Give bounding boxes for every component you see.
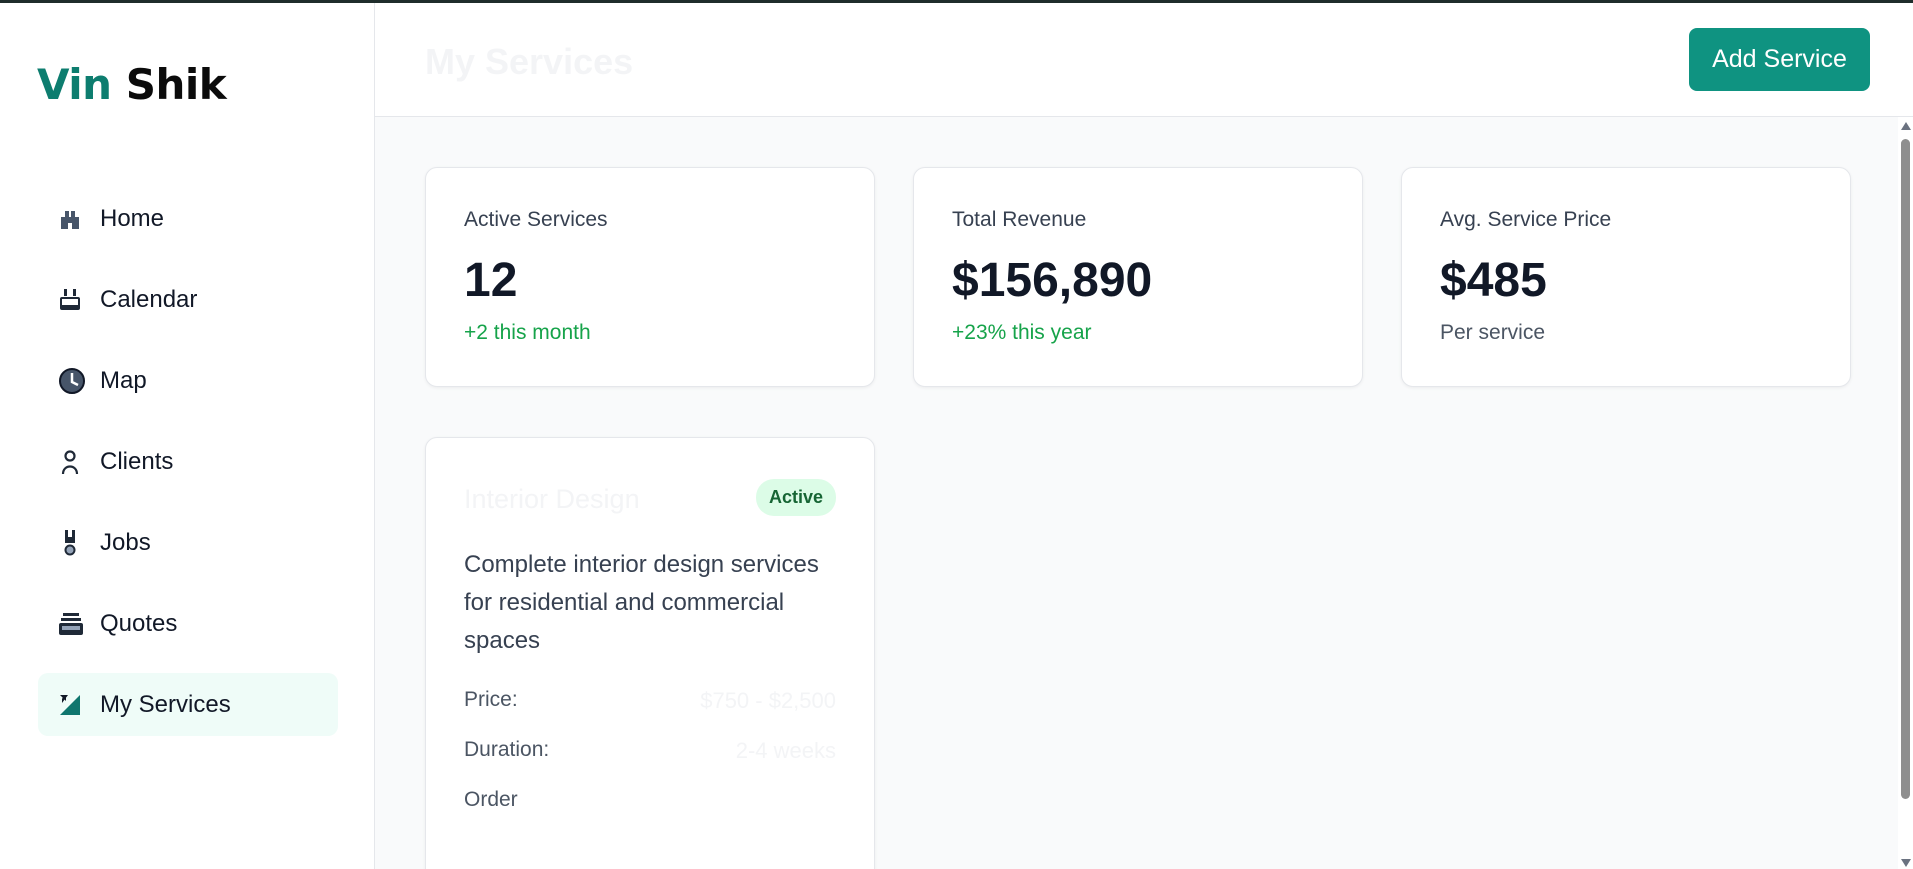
services-icon	[58, 689, 90, 721]
brand-part-1: Vin	[37, 60, 112, 109]
stat-title: Active Services	[464, 208, 608, 231]
document-stack-icon	[58, 608, 90, 640]
person-icon	[58, 446, 90, 478]
sidebar-item-label: Quotes	[100, 609, 178, 637]
stat-value: $485	[1440, 254, 1547, 307]
sidebar-item-calendar[interactable]: Calendar	[38, 268, 338, 331]
stat-title: Total Revenue	[952, 208, 1087, 231]
stat-subtext: +2 this month	[464, 321, 591, 344]
stat-subtext: Per service	[1440, 321, 1546, 344]
page-title: My Services	[425, 41, 634, 82]
stat-card-avg-price: Avg. Service Price $485 Per service	[1401, 167, 1851, 387]
status-badge: Active	[755, 479, 836, 516]
duration-value: 2-4 weeks	[735, 738, 836, 763]
scroll-thumb[interactable]	[1901, 139, 1910, 799]
sidebar-nav: Home Calendar Map Clients Jobs Quotes My…	[38, 187, 338, 754]
sidebar-item-my-services[interactable]: My Services	[38, 673, 338, 736]
wrench-icon	[58, 527, 90, 559]
stat-title: Avg. Service Price	[1440, 208, 1612, 231]
sidebar-item-home[interactable]: Home	[38, 187, 338, 250]
brand-part-2: Shik	[125, 60, 227, 109]
sidebar-item-label: My Services	[100, 690, 231, 718]
sidebar-item-label: Map	[100, 366, 147, 394]
service-card[interactable]: Interior Design Active Complete interior…	[425, 437, 875, 869]
order-label: Order	[464, 788, 518, 811]
service-title: Interior Design	[464, 484, 640, 514]
stat-value: $156,890	[952, 254, 1153, 307]
scroll-down-arrow-icon[interactable]	[1901, 859, 1911, 867]
vertical-scrollbar[interactable]	[1898, 117, 1913, 869]
stat-value: 12	[464, 254, 518, 307]
stat-subtext: +23% this year	[952, 321, 1092, 344]
page-header: My Services Add Service	[375, 3, 1913, 117]
sidebar-item-label: Calendar	[100, 285, 198, 313]
clock-icon	[58, 365, 90, 397]
sidebar-item-label: Home	[100, 204, 165, 232]
price-label: Price:	[464, 688, 518, 711]
service-description: Complete interior design services for re…	[464, 551, 819, 654]
calendar-icon	[58, 284, 90, 316]
brand-logo[interactable]: Vin Shik	[37, 59, 227, 111]
home-icon	[58, 203, 90, 235]
duration-label: Duration:	[464, 738, 550, 761]
stat-card-active-services: Active Services 12 +2 this month	[425, 167, 875, 387]
sidebar: Vin Shik Home Calendar Map Clients Jobs …	[0, 3, 375, 869]
main-content: Active Services 12 +2 this month Total R…	[375, 117, 1898, 869]
sidebar-item-map[interactable]: Map	[38, 349, 338, 412]
sidebar-item-label: Jobs	[100, 528, 151, 556]
sidebar-item-jobs[interactable]: Jobs	[38, 511, 338, 574]
sidebar-item-label: Clients	[100, 447, 174, 475]
scroll-up-arrow-icon[interactable]	[1901, 122, 1911, 130]
sidebar-item-quotes[interactable]: Quotes	[38, 592, 338, 655]
stat-card-total-revenue: Total Revenue $156,890 +23% this year	[913, 167, 1363, 387]
sidebar-item-clients[interactable]: Clients	[38, 430, 338, 493]
add-service-button[interactable]: Add Service	[1689, 28, 1870, 91]
price-value: $750 - $2,500	[700, 688, 836, 713]
